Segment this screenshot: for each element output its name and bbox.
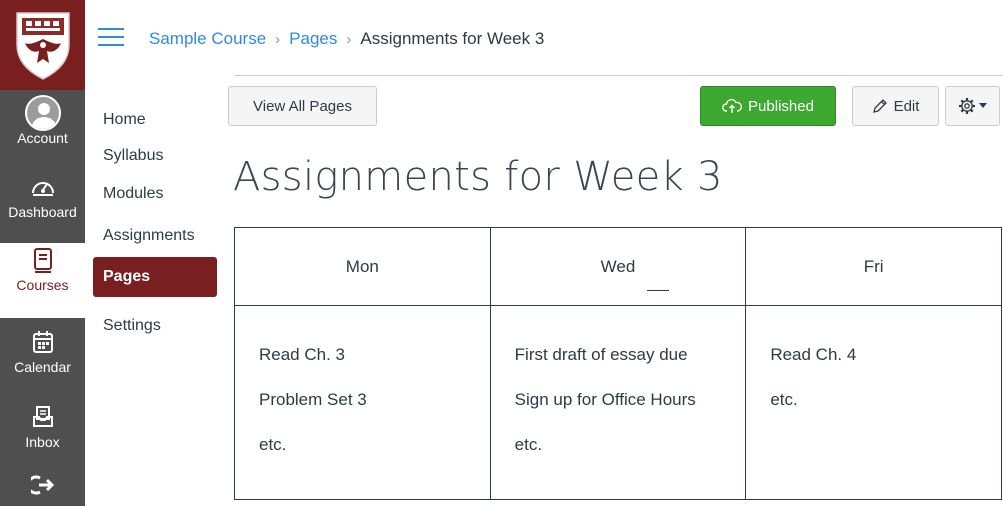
global-nav-account[interactable]: Account (0, 95, 85, 166)
course-nav-modules[interactable]: Modules (93, 174, 217, 214)
global-nav-label: Dashboard (8, 204, 77, 220)
global-nav-label: Account (17, 130, 68, 146)
cell-line: Read Ch. 4 (770, 345, 857, 364)
global-nav-label: Calendar (14, 359, 71, 375)
institution-logo[interactable] (0, 0, 85, 90)
cell-line: etc. (514, 435, 543, 454)
cloud-upload-icon (722, 98, 743, 113)
view-all-pages-button[interactable]: View All Pages (228, 86, 377, 126)
breadcrumb: Sample Course › Pages › Assignments for … (149, 29, 544, 49)
edit-label: Edit (893, 97, 920, 115)
gear-icon (959, 98, 975, 114)
cell-line: etc. (770, 390, 798, 409)
logout-icon (30, 475, 54, 495)
text-cursor-mark (646, 290, 669, 291)
caret-down-icon (979, 103, 987, 108)
dashboard-icon (31, 182, 54, 196)
breadcrumb-separator: › (346, 30, 352, 48)
breadcrumb-current: Assignments for Week 3 (360, 29, 545, 48)
cell-line: Sign up for Office Hours (514, 390, 696, 409)
table-cell-mon: Read Ch. 3 Problem Set 3 etc. (234, 305, 491, 500)
course-nav-home[interactable]: Home (93, 100, 217, 140)
global-nav-label: Inbox (25, 434, 60, 450)
breadcrumb-pages-link[interactable]: Pages (289, 29, 337, 49)
global-nav: Account Dashboard Courses Calendar Inbox (0, 0, 85, 506)
inbox-icon (32, 406, 53, 427)
cell-line: Read Ch. 3 (259, 345, 345, 364)
course-nav-assignments[interactable]: Assignments (93, 216, 217, 256)
pencil-icon (872, 99, 887, 113)
published-button[interactable]: Published (700, 86, 836, 126)
edit-button[interactable]: Edit (852, 86, 939, 126)
global-nav-dashboard[interactable]: Dashboard (0, 170, 85, 240)
global-nav-inbox[interactable]: Inbox (0, 400, 85, 470)
table-header-wed: Wed (489, 227, 747, 306)
table-cell-fri: Read Ch. 4 etc. (745, 305, 1002, 500)
header-divider (235, 75, 1003, 76)
breadcrumb-course-link[interactable]: Sample Course (149, 29, 266, 49)
cell-line: First draft of essay due (514, 345, 688, 364)
global-nav-logout[interactable] (0, 475, 85, 506)
breadcrumb-separator: › (275, 30, 281, 48)
global-nav-label: Courses (16, 277, 69, 293)
table-cell-wed: First draft of essay due Sign up for Off… (489, 305, 747, 500)
week-schedule-table: Mon Wed Fri Read Ch. 3 Problem Set 3 etc… (234, 227, 1002, 500)
table-header-fri: Fri (745, 227, 1002, 306)
calendar-icon (32, 331, 53, 353)
global-nav-courses[interactable]: Courses (0, 243, 85, 318)
global-nav-calendar[interactable]: Calendar (0, 325, 85, 395)
settings-menu-button[interactable] (945, 86, 1000, 126)
table-header-mon: Mon (234, 227, 491, 306)
avatar-icon (24, 95, 61, 131)
course-nav-pages[interactable]: Pages (93, 257, 217, 297)
courses-icon (33, 248, 52, 273)
table-header-wed-label: Wed (600, 256, 636, 276)
course-nav-syllabus[interactable]: Syllabus (93, 136, 217, 176)
course-nav-settings[interactable]: Settings (93, 306, 217, 346)
cell-line: Problem Set 3 (259, 390, 367, 409)
published-label: Published (748, 97, 814, 115)
shield-logo-icon (15, 12, 70, 80)
page-title: Assignments for Week 3 (233, 154, 723, 200)
hamburger-menu-icon[interactable] (98, 28, 124, 46)
cell-line: etc. (259, 435, 287, 454)
course-header: Sample Course › Pages › Assignments for … (85, 0, 1003, 76)
